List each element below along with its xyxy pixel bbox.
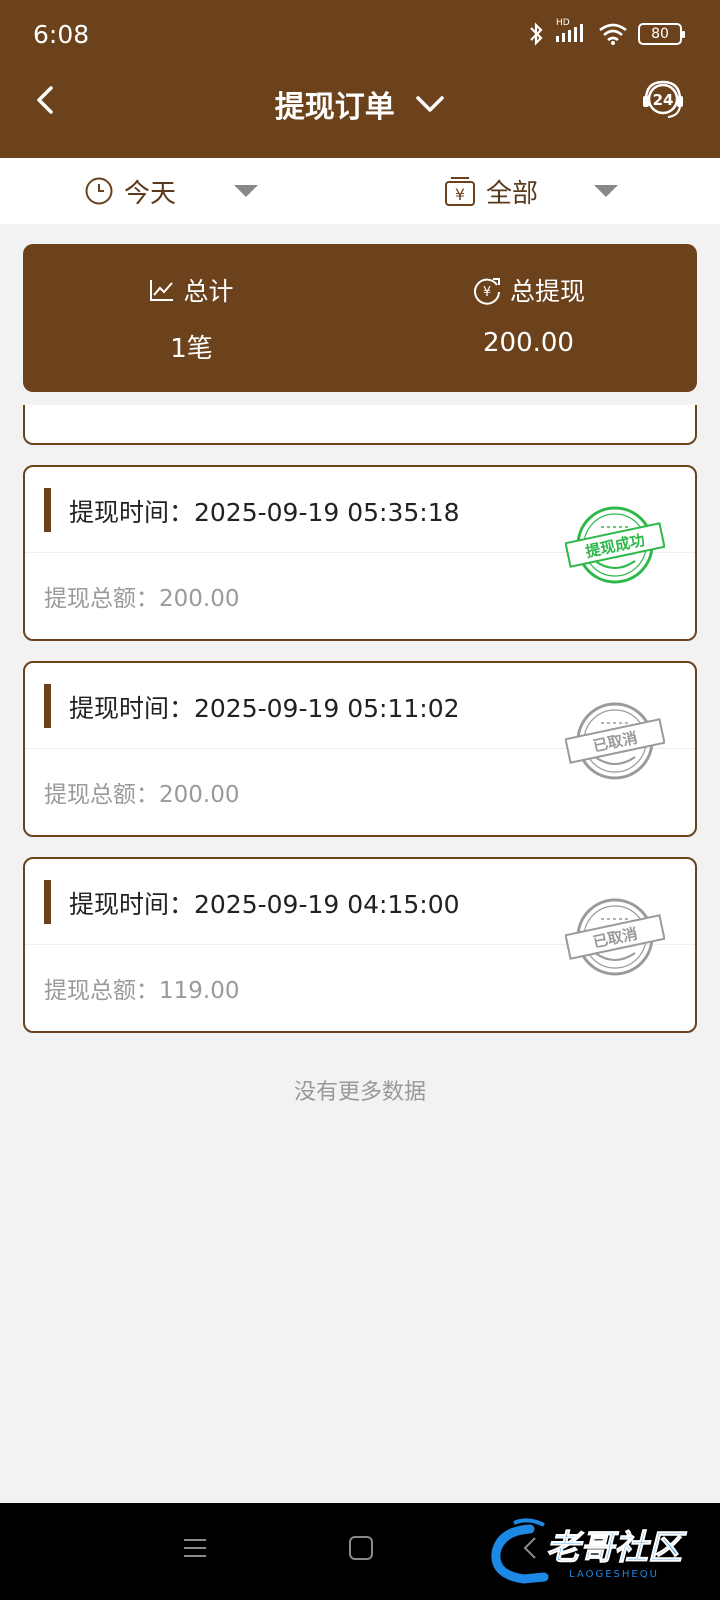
svg-text:¥: ¥ [455, 185, 465, 204]
status-stamp-success: 提现成功 [565, 506, 665, 584]
order-card[interactable]: 提现时间：2025-09-19 05:35:18 提现总额：200.00 提现成… [23, 465, 697, 641]
type-filter-label: 全部 [486, 178, 539, 209]
date-filter-dropdown[interactable]: 今天 [84, 158, 264, 224]
svg-text:24: 24 [653, 91, 674, 109]
page-title-dropdown[interactable]: 提现订单 [0, 82, 720, 126]
app-header: 6:08 HD 80 提现订单 24 [0, 0, 720, 158]
trend-chart-icon [150, 280, 174, 301]
order-card-partial [23, 405, 697, 445]
clock-icon [85, 177, 113, 205]
order-time: 提现时间：2025-09-19 04:15:00 [69, 890, 460, 919]
status-time: 6:08 [33, 20, 90, 49]
status-stamp-cancelled: 已取消 [565, 702, 665, 780]
nav-bar: 提现订单 24 [0, 70, 720, 158]
yuan-wallet-icon: ¥ [445, 177, 475, 206]
order-time: 提现时间：2025-09-19 05:11:02 [69, 694, 460, 723]
wifi-icon [599, 23, 627, 45]
watermark-text: 老哥社区 [546, 1528, 687, 1568]
signal-icon: HD [554, 18, 588, 46]
order-card[interactable]: 提现时间：2025-09-19 04:15:00 提现总额：119.00 已取消 [23, 857, 697, 1033]
no-more-data-text: 没有更多数据 [293, 1080, 426, 1105]
menu-icon[interactable] [182, 1535, 208, 1561]
accent-bar [44, 684, 51, 728]
page-title: 提现订单 [274, 90, 395, 125]
summary-total: 总计 1笔 [23, 244, 360, 392]
filter-bar: 今天 ¥ 全部 [0, 158, 720, 224]
order-amount: 提现总额：119.00 [44, 978, 240, 1004]
summary-total-label: 总计 [183, 277, 234, 306]
accent-bar [44, 880, 51, 924]
headset-24-icon: 24 [643, 80, 683, 118]
battery-icon: 80 [638, 23, 685, 45]
customer-service-button[interactable]: 24 [640, 76, 686, 122]
type-filter-dropdown[interactable]: ¥ 全部 [444, 158, 624, 224]
watermark-subtext: LAOGESHEQU [569, 1569, 659, 1580]
order-time: 提现时间：2025-09-19 05:35:18 [69, 498, 460, 527]
order-amount: 提现总额：200.00 [44, 586, 240, 612]
chevron-down-icon [416, 96, 444, 112]
home-icon[interactable] [348, 1535, 374, 1561]
bluetooth-icon [530, 22, 543, 46]
accent-bar [44, 488, 51, 532]
svg-text:¥: ¥ [483, 285, 491, 300]
status-bar: 6:08 HD 80 [0, 0, 720, 70]
order-amount: 提现总额：200.00 [44, 782, 240, 808]
status-icons: HD 80 [528, 18, 685, 47]
system-nav-bar: 老哥社区 LAOGESHEQU [0, 1503, 720, 1600]
caret-down-icon [234, 185, 258, 197]
caret-down-icon [594, 185, 618, 197]
status-stamp-cancelled: 已取消 [565, 898, 665, 976]
summary-withdraw: ¥ 总提现 200.00 [360, 244, 697, 392]
summary-withdraw-value: 200.00 [483, 328, 574, 358]
summary-total-value: 1笔 [170, 334, 213, 364]
summary-card: 总计 1笔 ¥ 总提现 200.00 [23, 244, 697, 392]
summary-withdraw-label: 总提现 [509, 277, 585, 306]
watermark-logo: 老哥社区 LAOGESHEQU [491, 1518, 687, 1584]
hd-label: HD [556, 18, 570, 28]
order-card[interactable]: 提现时间：2025-09-19 05:11:02 提现总额：200.00 已取消 [23, 661, 697, 837]
date-filter-label: 今天 [124, 178, 177, 209]
yuan-refresh-icon: ¥ [474, 278, 500, 305]
